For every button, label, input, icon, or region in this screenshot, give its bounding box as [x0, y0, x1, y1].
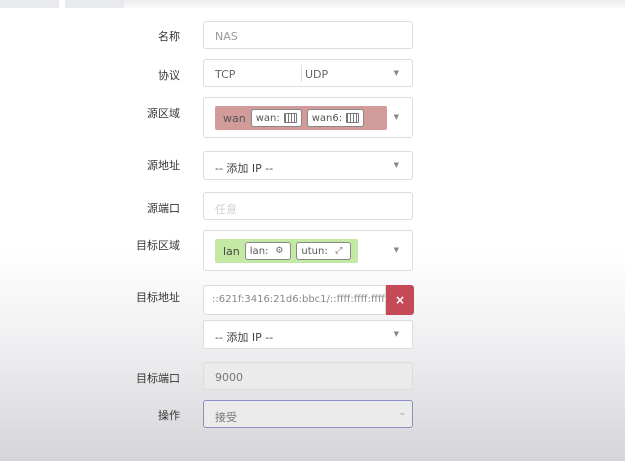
network-icon — [346, 113, 360, 123]
tab[interactable] — [65, 0, 124, 8]
dest-port-value: 9000 — [215, 371, 243, 384]
dest-address-label: 目标地址 — [136, 291, 180, 304]
dest-zone-badge: lan lan: ⚙ utun: ⤢ — [215, 239, 358, 263]
dest-port-input[interactable]: 9000 — [203, 362, 413, 390]
name-value: NAS — [215, 30, 238, 43]
device-name: wan6: — [311, 112, 343, 124]
device-chip: lan: ⚙ — [244, 242, 292, 260]
protocol-select[interactable]: TCP UDP ▼ — [203, 59, 413, 87]
dest-zone-name: lan — [223, 244, 240, 258]
dest-address-value: ::621f:3416:21d6:bbc1/::ffff:ffff:ffff:.… — [212, 294, 398, 305]
device-chip: wan: — [250, 109, 302, 127]
src-zone-badge: wan wan: wan6: — [215, 106, 387, 130]
network-icon — [283, 113, 297, 123]
action-value: 接受 — [215, 411, 237, 424]
caret-down-icon: ▼ — [393, 113, 399, 121]
bridge-icon: ⚙ — [275, 246, 284, 256]
top-tab-strip — [0, 0, 625, 8]
protocol-option-udp: UDP — [305, 68, 329, 81]
chevron-down-icon: ⌄ — [398, 408, 406, 418]
caret-down-icon: ▼ — [393, 161, 399, 169]
dest-port-label: 目标端口 — [136, 372, 180, 385]
device-chip: wan6: — [306, 109, 365, 127]
src-port-placeholder: 任意 — [215, 203, 237, 216]
tab[interactable] — [0, 0, 59, 8]
dest-address-entry[interactable]: ::621f:3416:21d6:bbc1/::ffff:ffff:ffff:.… — [203, 285, 398, 315]
protocol-divider — [301, 65, 302, 82]
name-input[interactable]: NAS — [203, 21, 413, 49]
dest-zone-label: 目标区域 — [136, 239, 180, 252]
device-name: lan: — [249, 245, 269, 257]
caret-down-icon: ▼ — [393, 69, 399, 77]
tab-strip-bg — [124, 0, 625, 8]
src-address-select[interactable]: -- 添加 IP -- ▼ — [203, 151, 413, 180]
dest-address-add-select[interactable]: -- 添加 IP -- ▼ — [203, 320, 413, 349]
device-name: wan: — [255, 112, 280, 124]
device-chip: utun: ⤢ — [296, 242, 351, 260]
remove-address-button[interactable]: × — [386, 285, 414, 315]
protocol-option-tcp: TCP — [215, 68, 236, 81]
src-address-value: -- 添加 IP -- — [215, 162, 274, 175]
src-address-label: 源地址 — [147, 159, 180, 172]
dest-zone-select[interactable]: lan lan: ⚙ utun: ⤢ ▼ — [203, 230, 413, 271]
protocol-label: 协议 — [158, 69, 180, 82]
caret-down-icon: ▼ — [393, 330, 399, 338]
src-port-input[interactable]: 任意 — [203, 192, 413, 220]
src-port-label: 源端口 — [147, 202, 180, 215]
caret-down-icon: ▼ — [393, 246, 399, 254]
name-label: 名称 — [158, 30, 180, 43]
dest-address-add-value: -- 添加 IP -- — [215, 331, 274, 344]
src-zone-label: 源区域 — [147, 107, 180, 120]
tunnel-icon: ⤢ — [335, 246, 343, 256]
action-select[interactable]: 接受 ⌄ — [203, 400, 413, 428]
src-zone-name: wan — [223, 111, 246, 125]
device-name: utun: — [301, 245, 328, 257]
action-label: 操作 — [158, 409, 180, 422]
src-zone-select[interactable]: wan wan: wan6: ▼ — [203, 97, 413, 138]
